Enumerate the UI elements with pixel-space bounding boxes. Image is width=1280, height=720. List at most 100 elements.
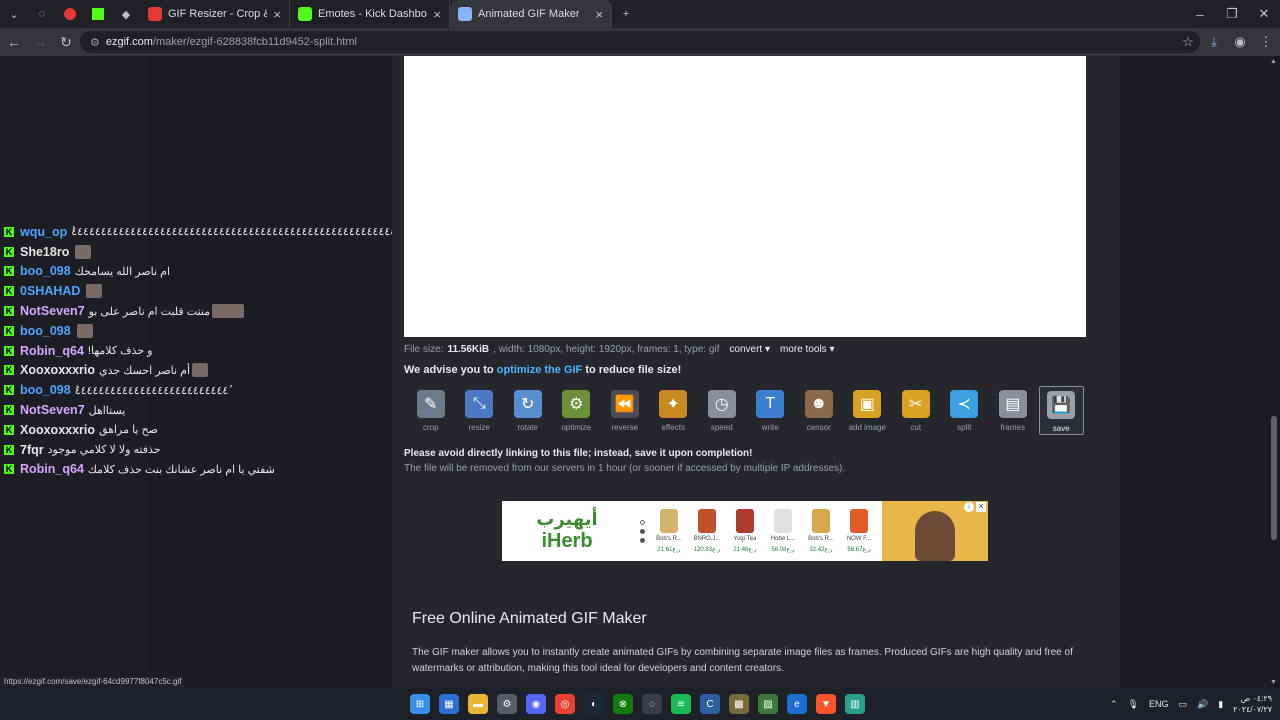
tool-crop[interactable]: ✎ crop bbox=[408, 386, 454, 435]
tab-favicon bbox=[148, 7, 162, 21]
pinned-tab-icon[interactable]: ◌ bbox=[28, 0, 56, 28]
tool-add-image[interactable]: ▣ add image bbox=[845, 386, 891, 435]
convert-dropdown[interactable]: convert ▾ bbox=[729, 344, 770, 355]
address-bar[interactable]: ⚙ ezgif.com/maker/ezgif-628838fcb11d9452… bbox=[80, 31, 1200, 53]
close-window-icon[interactable]: ✕ bbox=[1248, 0, 1280, 28]
language-indicator[interactable]: ENG bbox=[1149, 699, 1169, 709]
chat-username[interactable]: NotSeven7 bbox=[20, 304, 85, 318]
xbox-icon[interactable]: ⊗ bbox=[613, 694, 633, 714]
ad-info-icon[interactable]: i bbox=[964, 502, 974, 512]
ad-product[interactable]: NOW F... 56.67ر.ع bbox=[842, 509, 876, 553]
discord-icon[interactable]: ◉ bbox=[526, 694, 546, 714]
more-tools-dropdown[interactable]: more tools ▾ bbox=[780, 344, 834, 355]
store-icon[interactable]: ▦ bbox=[439, 694, 459, 714]
edge-icon[interactable]: e bbox=[787, 694, 807, 714]
chat-username[interactable]: 0SHAHAD bbox=[20, 284, 80, 298]
chat-username[interactable]: Robin_q64 bbox=[20, 462, 84, 476]
pinned-tab-icon[interactable] bbox=[56, 0, 84, 28]
tool-split[interactable]: ≺ split bbox=[942, 386, 988, 435]
ad-product[interactable]: Bob's R... 32.42ر.ع bbox=[804, 509, 838, 553]
tool-write[interactable]: T write bbox=[748, 386, 794, 435]
profile-icon[interactable]: ◉ bbox=[1228, 30, 1252, 54]
brave-icon[interactable]: ▼ bbox=[816, 694, 836, 714]
chat-username[interactable]: Robin_q64 bbox=[20, 344, 84, 358]
tool-speed[interactable]: ◷ speed bbox=[699, 386, 745, 435]
chat-username[interactable]: boo_098 bbox=[20, 264, 71, 278]
kick-badge-icon: K bbox=[4, 424, 14, 435]
windows-taskbar: ⊞ ▦ ▬ ⚙ ◉ ◎ ◐ ⊗ ◌ ≋ C ▩ ▨ e ▼ ▥ ⌃ 🎙 ENG ▭ 🔊 ▮ ٠٤:٢٩ ص ٢… bbox=[0, 688, 1280, 720]
tool-censor[interactable]: ☻ censor bbox=[796, 386, 842, 435]
optimize-link[interactable]: optimize the GIF bbox=[497, 364, 583, 376]
menu-icon[interactable]: ⋮ bbox=[1254, 30, 1278, 54]
file-explorer-icon[interactable]: ▬ bbox=[468, 694, 488, 714]
minimize-icon[interactable]: – bbox=[1184, 0, 1216, 28]
bookmark-star-icon[interactable]: ☆ bbox=[1176, 30, 1200, 54]
tool-frames[interactable]: ▤ frames bbox=[990, 386, 1036, 435]
pinned-tab-icon[interactable]: ◆ bbox=[112, 0, 140, 28]
tool-save[interactable]: 💾 save bbox=[1038, 386, 1084, 435]
maximize-icon[interactable]: ❐ bbox=[1216, 0, 1248, 28]
pinned-tab-kick-icon[interactable] bbox=[84, 0, 112, 28]
chat-username[interactable]: NotSeven7 bbox=[20, 403, 85, 417]
steam-icon[interactable]: ◐ bbox=[584, 694, 604, 714]
chrome-icon[interactable]: ◎ bbox=[555, 694, 575, 714]
ad-product[interactable]: BNRG,J... 120.93ر.ع bbox=[690, 509, 724, 553]
site-info-icon[interactable]: ⚙ bbox=[90, 36, 100, 49]
download-icon[interactable]: ⤓ bbox=[1202, 30, 1226, 54]
tool-label: resize bbox=[468, 423, 490, 432]
tab-close-icon[interactable]: × bbox=[595, 7, 603, 22]
tab-close-icon[interactable]: × bbox=[273, 7, 281, 22]
recorder-icon[interactable]: ◌ bbox=[642, 694, 662, 714]
new-tab-button[interactable]: + bbox=[612, 0, 640, 28]
chat-username[interactable]: wqu_op bbox=[20, 225, 67, 239]
ad-product[interactable]: Yogi Tea 21.46ر.ع bbox=[728, 509, 762, 553]
tool-resize[interactable]: ⤡ resize bbox=[457, 386, 503, 435]
network-icon[interactable]: ▭ bbox=[1178, 699, 1187, 710]
reload-icon[interactable]: ↻ bbox=[54, 30, 78, 54]
forward-icon[interactable]: → bbox=[28, 30, 52, 54]
battery-icon[interactable]: ▮ bbox=[1218, 699, 1223, 710]
browser-tab[interactable]: GIF Resizer - Crop & Resize Ani × bbox=[140, 0, 290, 28]
chat-username[interactable]: She18ro bbox=[20, 245, 69, 259]
ccleaner-icon[interactable]: C bbox=[700, 694, 720, 714]
page-scrollbar[interactable]: ▲ ▼ bbox=[1268, 56, 1280, 688]
iherb-ad[interactable]: أيهيرب iHerb Bob's R... 21.61ر.ع BNRG,J.… bbox=[502, 501, 988, 561]
tool-cut[interactable]: ✂ cut bbox=[893, 386, 939, 435]
scrollbar-thumb[interactable] bbox=[1271, 416, 1277, 540]
kick-badge-icon: K bbox=[4, 325, 14, 336]
chat-username[interactable]: boo_098 bbox=[20, 324, 71, 338]
ad-carousel-dots[interactable] bbox=[632, 519, 652, 543]
scroll-down-icon[interactable]: ▼ bbox=[1270, 679, 1277, 686]
clock[interactable]: ٠٤:٢٩ ص ٢٠٢٤/٠٧/٢٧ bbox=[1233, 693, 1272, 715]
ad-product[interactable]: Hobe L... 56.08ر.ع bbox=[766, 509, 800, 553]
browser-tab[interactable]: Emotes - Kick Dashboard × bbox=[290, 0, 450, 28]
ad-close-icon[interactable]: ✕ bbox=[976, 502, 986, 512]
audio-app-icon[interactable]: ▥ bbox=[845, 694, 865, 714]
tool-optimize[interactable]: ⚙ optimize bbox=[554, 386, 600, 435]
main-content: File size: 11.56KiB, width: 1080px, heig… bbox=[392, 56, 1120, 688]
microphone-icon[interactable]: 🎙 bbox=[1128, 699, 1139, 710]
volume-icon[interactable]: 🔊 bbox=[1197, 699, 1208, 710]
tool-reverse[interactable]: ⏪ reverse bbox=[602, 386, 648, 435]
tool-rotate[interactable]: ↻ rotate bbox=[505, 386, 551, 435]
spotify-icon[interactable]: ≋ bbox=[671, 694, 691, 714]
chat-username[interactable]: Xooxoxxxrio bbox=[20, 363, 95, 377]
settings-icon[interactable]: ⚙ bbox=[497, 694, 517, 714]
back-icon[interactable]: ← bbox=[2, 30, 26, 54]
tab-search-icon[interactable]: ⌄ bbox=[0, 0, 28, 28]
app-icon[interactable]: ▩ bbox=[729, 694, 749, 714]
iherb-logo[interactable]: أيهيرب iHerb bbox=[502, 501, 632, 561]
cut-icon: ✂ bbox=[901, 390, 930, 418]
tray-chevron-icon[interactable]: ⌃ bbox=[1110, 699, 1118, 710]
browser-tab[interactable]: Animated GIF Maker × bbox=[450, 0, 612, 28]
chat-username[interactable]: boo_098 bbox=[20, 383, 71, 397]
tool-effects[interactable]: ✦ effects bbox=[651, 386, 697, 435]
ad-product[interactable]: Bob's R... 21.61ر.ع bbox=[652, 509, 686, 553]
windows-start-icon[interactable]: ⊞ bbox=[410, 694, 430, 714]
url-host: ezgif.com bbox=[105, 36, 153, 48]
chat-username[interactable]: 7fqr bbox=[20, 443, 44, 457]
photos-icon[interactable]: ▨ bbox=[758, 694, 778, 714]
tab-close-icon[interactable]: × bbox=[433, 7, 441, 22]
chat-username[interactable]: Xooxoxxxrio bbox=[20, 423, 95, 437]
scroll-up-icon[interactable]: ▲ bbox=[1270, 58, 1277, 65]
